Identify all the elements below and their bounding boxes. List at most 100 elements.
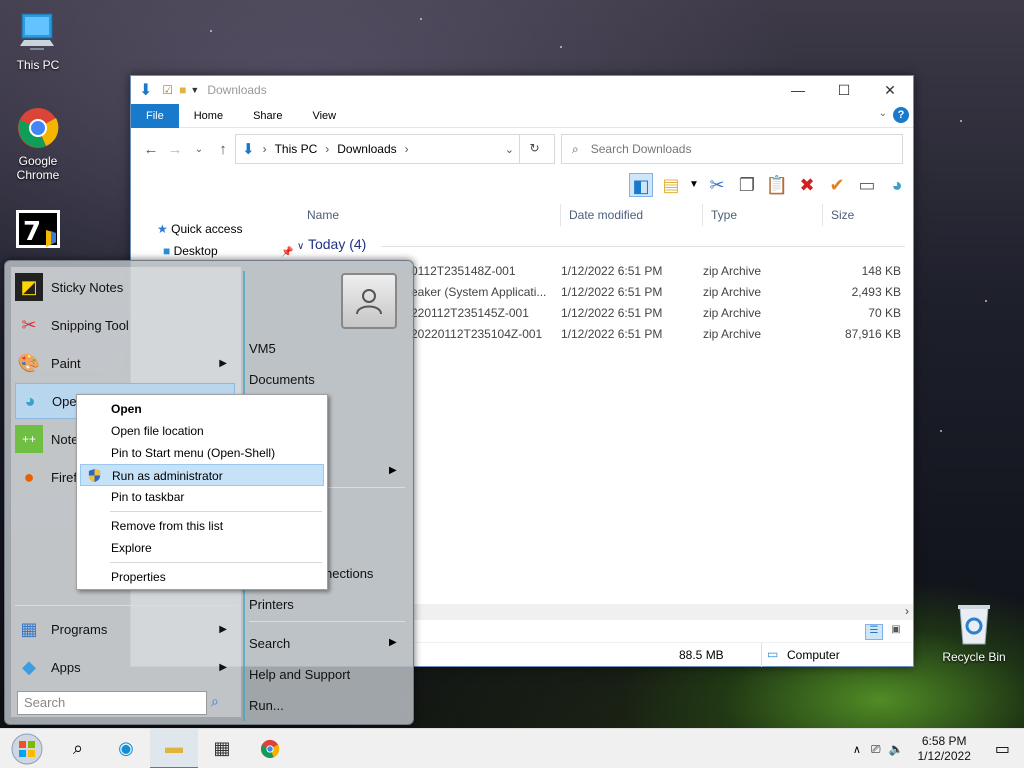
nav-desktop[interactable]: ■ Desktop 📌	[163, 244, 293, 258]
expand-ribbon-icon[interactable]: ⌄	[879, 108, 887, 119]
paste-icon[interactable]: 📋	[765, 173, 789, 197]
network-icon[interactable]: ⎚	[867, 742, 885, 757]
open-shell-icon[interactable]: ◕	[885, 173, 909, 197]
menu-item-properties[interactable]: Properties	[80, 566, 324, 588]
tab-home[interactable]: Home	[179, 104, 238, 128]
address-dropdown-icon[interactable]: ⌄	[505, 143, 514, 156]
folder-options-icon[interactable]: ▤	[659, 173, 683, 197]
tab-view[interactable]: View	[297, 104, 351, 128]
start-right-search[interactable]: Search	[249, 636, 290, 651]
start-search-input[interactable]: Search	[17, 691, 207, 715]
tab-file[interactable]: File	[131, 103, 179, 128]
copy-icon[interactable]: ❐	[735, 173, 759, 197]
clock[interactable]: 6:58 PM 1/12/2022	[907, 734, 980, 764]
folder-icon[interactable]: ■	[179, 83, 186, 97]
user-avatar[interactable]	[341, 273, 397, 329]
chevron-down-icon: ∨	[297, 241, 305, 252]
recent-locations-button[interactable]: ⌄	[187, 144, 211, 155]
recycle-bin-icon	[958, 605, 990, 645]
search-placeholder: Search Downloads	[590, 142, 692, 156]
forward-button[interactable]: →	[163, 141, 187, 158]
start-item-snipping-tool[interactable]: ✂ Snipping Tool	[15, 307, 235, 343]
check-icon[interactable]: ✔	[825, 173, 849, 197]
notifications-icon[interactable]: ▭	[981, 739, 1024, 759]
start-item-apps[interactable]: ◆ Apps ▶	[15, 649, 235, 685]
delete-icon[interactable]: ✖	[795, 173, 819, 197]
start-right-network-connections[interactable]: nections	[325, 566, 373, 581]
view-switcher: ☰ ▣	[865, 624, 905, 640]
menu-separator	[110, 511, 322, 512]
large-icons-view-icon[interactable]: ▣	[887, 624, 905, 640]
start-item-paint[interactable]: 🎨 Paint ▶	[15, 345, 235, 381]
start-item-sticky-notes[interactable]: ◩ Sticky Notes	[15, 269, 235, 305]
submenu-arrow-icon: ▶	[219, 357, 227, 369]
start-right-user[interactable]: VM5	[249, 341, 276, 356]
group-header[interactable]: ∨ Today (4)	[297, 236, 366, 252]
navigation-pane-icon[interactable]: ◧	[629, 173, 653, 197]
nav-quick-access[interactable]: ★ Quick access	[157, 222, 293, 236]
menu-item-open-file-location[interactable]: Open file location	[80, 420, 324, 442]
star	[960, 120, 962, 122]
dropdown-icon[interactable]: ▼	[689, 173, 699, 197]
search-icon[interactable]: ⌕	[211, 693, 219, 710]
volume-muted-icon[interactable]: 🔈	[885, 742, 908, 756]
breadcrumb-this-pc[interactable]: This PC	[275, 142, 318, 156]
start-item-programs[interactable]: ▦ Programs ▶	[15, 611, 235, 647]
tab-share[interactable]: Share	[238, 104, 297, 128]
refresh-button[interactable]: ↻	[519, 134, 549, 164]
scroll-right-icon[interactable]: ›	[905, 604, 909, 618]
apps-icon: ◆	[22, 656, 36, 677]
minimize-button[interactable]: —	[775, 76, 821, 104]
horizontal-scrollbar[interactable]: ›	[411, 604, 913, 620]
menu-item-remove-from-list[interactable]: Remove from this list	[80, 515, 324, 537]
maximize-button[interactable]: ☐	[821, 76, 867, 104]
start-right-help[interactable]: Help and Support	[249, 667, 350, 682]
cut-icon[interactable]: ✂	[705, 173, 729, 197]
file-explorer-icon[interactable]: ▬	[150, 728, 198, 768]
menu-item-run-as-administrator[interactable]: Run as administrator	[80, 464, 324, 486]
menu-item-explore[interactable]: Explore	[80, 537, 324, 559]
desktop-icon-7zip[interactable]: 7	[0, 210, 76, 254]
menu-item-open[interactable]: Open	[80, 398, 324, 420]
column-date-modified[interactable]: Date modified	[561, 204, 703, 226]
classic-toolbar: ◧ ▤ ▼ ✂ ❐ 📋 ✖ ✔ ▭ ◕	[629, 172, 909, 198]
desktop-icon-recycle-bin[interactable]: Recycle Bin	[936, 602, 1012, 664]
help-icon[interactable]: ?	[893, 107, 909, 123]
menu-item-pin-to-start[interactable]: Pin to Start menu (Open-Shell)	[80, 442, 324, 464]
breadcrumb-downloads[interactable]: Downloads	[337, 142, 396, 156]
context-menu[interactable]: Open Open file location Pin to Start men…	[76, 394, 328, 590]
start-button[interactable]	[0, 729, 54, 768]
table-row[interactable]: 220112T235145Z-001 1/12/2022 6:51 PM zip…	[411, 303, 911, 324]
table-row[interactable]: 0112T235148Z-001 1/12/2022 6:51 PM zip A…	[411, 261, 911, 282]
customize-toolbar-icon[interactable]: ▼	[190, 85, 199, 95]
desktop-icon-google-chrome[interactable]: Google Chrome	[0, 106, 76, 182]
edge-icon[interactable]: ◉	[102, 729, 150, 768]
windows-orb-icon	[11, 733, 43, 764]
search-input[interactable]: ⌕ Search Downloads	[561, 134, 903, 164]
table-row[interactable]: eaker (System Applicati... 1/12/2022 6:5…	[411, 282, 911, 303]
back-button[interactable]: ←	[139, 141, 163, 158]
details-view-icon[interactable]: ☰	[865, 624, 883, 640]
download-arrow-icon: ⬇	[139, 82, 153, 99]
table-row[interactable]: 20220112T235104Z-001 1/12/2022 6:51 PM z…	[411, 324, 911, 345]
taskbar-search-icon[interactable]: ⌕	[54, 729, 102, 768]
menu-item-pin-to-taskbar[interactable]: Pin to taskbar	[80, 486, 324, 508]
column-size[interactable]: Size	[823, 204, 903, 226]
up-button[interactable]: ↑	[211, 141, 235, 158]
desktop-icon-this-pc[interactable]: This PC	[0, 10, 76, 72]
start-right-run[interactable]: Run...	[249, 698, 284, 713]
properties-icon[interactable]: ☑	[162, 83, 173, 97]
star	[560, 46, 562, 48]
start-right-documents[interactable]: Documents	[249, 372, 315, 387]
uac-shield-icon	[88, 468, 101, 483]
properties-icon[interactable]: ▭	[855, 173, 879, 197]
show-hidden-icons[interactable]: ∧	[847, 743, 867, 756]
close-button[interactable]: ✕	[867, 76, 913, 104]
address-bar[interactable]: ⬇ › This PC › Downloads › ⌄	[235, 134, 555, 164]
window-title: Downloads	[207, 83, 267, 97]
column-name[interactable]: Name	[299, 204, 561, 226]
taskbar-chrome-icon[interactable]	[246, 729, 294, 768]
start-right-printers[interactable]: Printers	[249, 597, 294, 612]
store-icon[interactable]: ▦	[198, 729, 246, 768]
column-type[interactable]: Type	[703, 204, 823, 226]
